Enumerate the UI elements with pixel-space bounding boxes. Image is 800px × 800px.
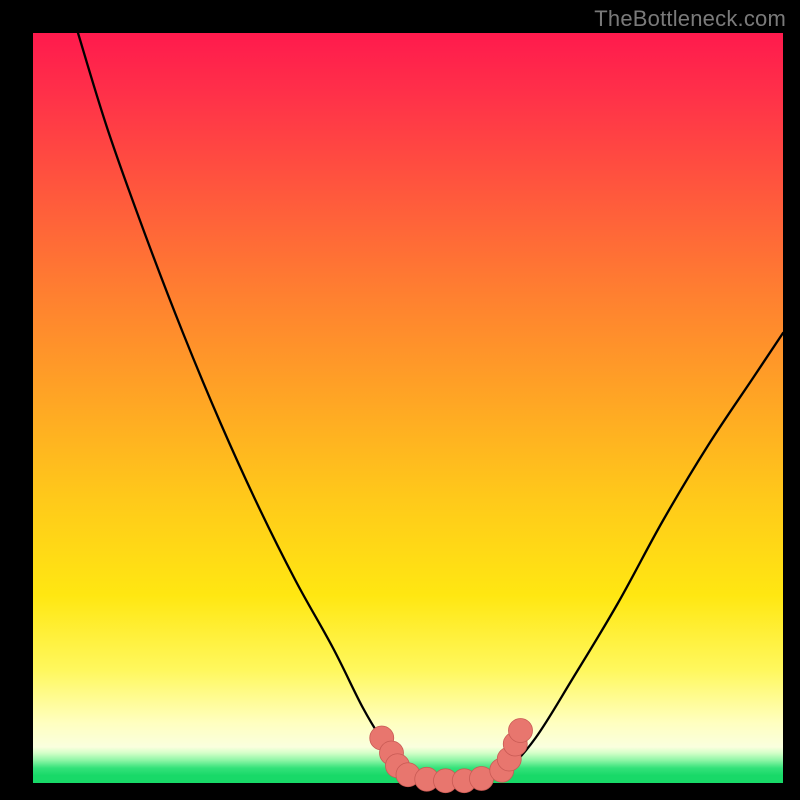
curve-layer xyxy=(33,33,783,783)
watermark-text: TheBottleneck.com xyxy=(594,6,786,32)
plot-area xyxy=(33,33,783,783)
bottleneck-curve xyxy=(78,33,783,781)
valley-marker xyxy=(509,719,533,743)
chart-frame: TheBottleneck.com xyxy=(0,0,800,800)
valley-markers xyxy=(370,719,533,793)
bottleneck-path xyxy=(78,33,783,781)
